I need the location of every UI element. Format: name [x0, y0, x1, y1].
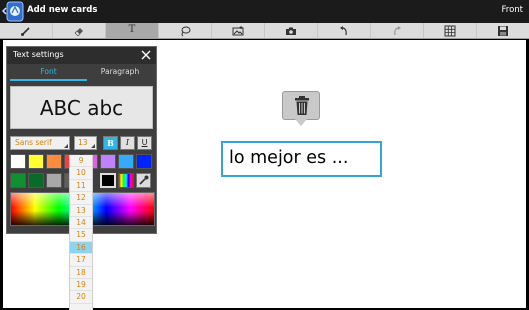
size-option[interactable]: 17 [70, 254, 92, 267]
tab-paragraph[interactable]: Paragraph [87, 64, 153, 81]
size-option[interactable]: 14 [70, 217, 92, 230]
font-size-select[interactable]: 13 [74, 136, 97, 150]
preview-text: ABC abc [39, 96, 124, 120]
dropdown-corner-icon [64, 144, 68, 148]
color-swatch[interactable] [46, 154, 62, 169]
size-option[interactable]: 19 [70, 279, 92, 292]
select-tool[interactable] [159, 23, 212, 38]
settings-tabs: Font Paragraph [7, 64, 156, 81]
text-tool[interactable]: T [106, 23, 159, 38]
save-icon [498, 25, 508, 36]
grid-icon [444, 25, 456, 36]
camera-tool[interactable] [265, 23, 318, 38]
size-option[interactable]: 15 [70, 229, 92, 242]
color-swatch[interactable] [28, 154, 44, 169]
text-icon: T [128, 24, 136, 35]
lasso-icon [181, 26, 191, 36]
panel-title: Text settings [13, 50, 64, 59]
undo-tool[interactable] [318, 23, 371, 38]
color-swatch[interactable] [10, 154, 26, 169]
brush-icon [21, 26, 30, 36]
trash-icon [295, 96, 309, 115]
undo-icon [340, 25, 347, 35]
action-bar: Add new cards Front [0, 0, 529, 23]
drawing-toolbar: T [0, 23, 529, 39]
color-swatch[interactable] [46, 173, 62, 188]
app-screen: Add new cards Front T lo mejor es ... Te… [0, 0, 529, 310]
close-icon[interactable] [140, 49, 152, 61]
size-option[interactable]: 11 [70, 180, 92, 193]
font-size-dropdown-list: 9 10 11 12 13 14 15 16 17 18 19 20 [69, 155, 93, 310]
size-option[interactable]: 20 [70, 291, 92, 304]
brush-tool[interactable] [0, 23, 53, 38]
color-swatch[interactable] [28, 173, 44, 188]
panel-header: Text settings [7, 47, 156, 64]
font-family-value: Sans serif [15, 138, 52, 147]
color-swatch[interactable] [100, 154, 116, 169]
font-size-value: 13 [78, 138, 88, 147]
redo-icon [394, 25, 401, 35]
card-side-label[interactable]: Front [502, 5, 524, 15]
underline-button[interactable]: U [137, 136, 152, 150]
eraser-tool[interactable] [53, 23, 106, 38]
color-spectrum-button[interactable] [118, 173, 134, 188]
insert-image-tool[interactable] [212, 23, 265, 38]
trash-pointer [295, 119, 307, 126]
image-icon [232, 25, 244, 35]
grid-tool[interactable] [424, 23, 477, 38]
size-option[interactable]: 12 [70, 192, 92, 205]
size-option[interactable]: 10 [70, 167, 92, 180]
redo-tool[interactable] [371, 23, 424, 38]
bold-button[interactable]: B [103, 136, 118, 150]
tab-font[interactable]: Font [10, 64, 87, 81]
size-option[interactable]: 13 [70, 205, 92, 217]
delete-textbox-button[interactable] [282, 91, 320, 120]
size-option[interactable]: 9 [70, 155, 92, 168]
app-title: Add new cards [27, 5, 98, 15]
color-swatch[interactable] [118, 154, 134, 169]
eraser-icon [74, 27, 83, 36]
dropdown-corner-icon [91, 144, 95, 148]
card-text-box[interactable]: lo mejor es ... [221, 141, 382, 177]
font-family-select[interactable]: Sans serif [10, 136, 70, 150]
app-logo-icon[interactable] [2, 1, 24, 22]
size-option[interactable]: 18 [70, 267, 92, 279]
size-option-selected[interactable]: 16 [70, 241, 92, 255]
italic-button[interactable]: I [120, 136, 135, 150]
color-swatch[interactable] [10, 173, 26, 188]
card-text[interactable]: lo mejor es ... [229, 148, 348, 168]
font-preview: ABC abc [10, 86, 153, 129]
save-tool[interactable] [477, 23, 529, 38]
color-swatch[interactable] [136, 154, 152, 169]
color-swatch-black[interactable] [100, 173, 116, 188]
eyedropper-icon [139, 175, 149, 185]
camera-icon [286, 27, 296, 35]
color-picker-button[interactable] [136, 173, 151, 188]
